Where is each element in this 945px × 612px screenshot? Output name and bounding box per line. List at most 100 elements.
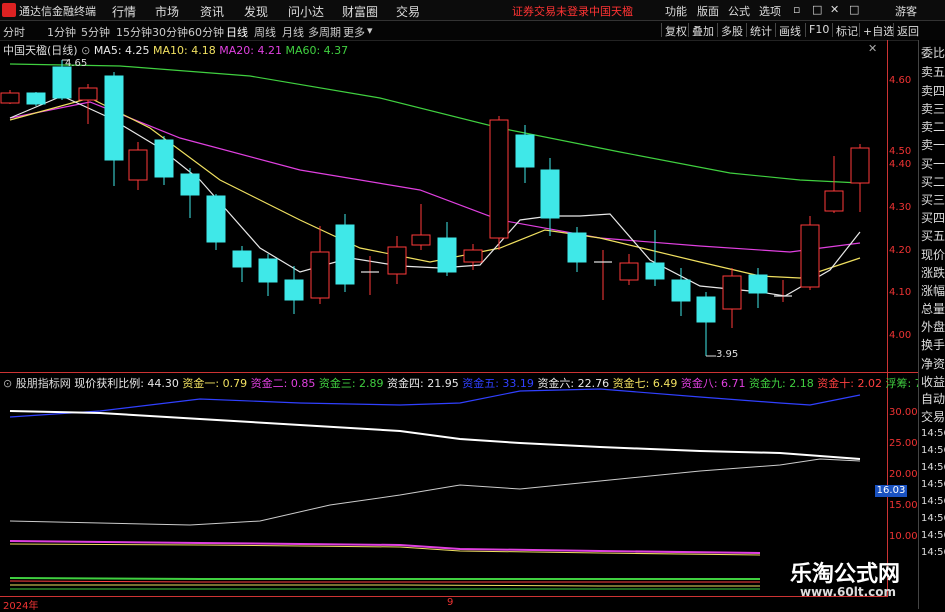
side-panel-label: 14:56: [921, 547, 945, 558]
candle-up: [128, 149, 148, 181]
menu-function[interactable]: 功能: [665, 3, 687, 19]
high-marker: 4.65: [65, 58, 88, 69]
period-tab[interactable]: 周线: [254, 24, 276, 40]
candle-up: [722, 275, 742, 310]
toolbar-button[interactable]: F10: [805, 23, 832, 37]
ma5-label: MA5: 4.25: [93, 44, 150, 57]
side-panel-label: 14:56: [921, 496, 945, 507]
indicator-value: 资金八: 6.71: [680, 377, 746, 390]
side-panel-label: 买四: [921, 211, 945, 225]
window-max-icon[interactable]: □: [849, 3, 859, 16]
fund-1-line: [10, 584, 760, 587]
indicator-value: 资金三: 2.89: [318, 377, 384, 390]
indicator-settings-icon[interactable]: ⊙: [81, 44, 90, 57]
toolbar-button[interactable]: 统计: [746, 23, 775, 38]
indicator-value: 资金十: 2.02: [817, 377, 882, 390]
indicator-value: 资金九: 2.18: [749, 377, 814, 390]
period-tab[interactable]: 1分钟: [47, 24, 76, 40]
side-panel-label: 14:56: [921, 462, 945, 473]
period-tab-more[interactable]: 更多: [343, 24, 365, 40]
guest-label[interactable]: 游客: [895, 3, 917, 19]
toolbar-button[interactable]: 返回: [893, 23, 922, 38]
side-panel-label: 14:56: [921, 513, 945, 524]
period-tab[interactable]: 30分钟: [152, 24, 188, 40]
period-tab[interactable]: 多周期: [308, 24, 341, 40]
chart-close-icon[interactable]: ✕: [868, 42, 877, 55]
side-panel-label: 卖五: [921, 65, 945, 79]
side-panel-label: 卖二: [921, 120, 945, 134]
sub-legend: ⊙ 股朋指标网 现价获利比例: 44.30 资金一: 0.79 资金二: 0.8…: [3, 375, 945, 391]
main-legend: 中国天楹(日线) ⊙ MA5: 4.25 MA10: 4.18 MA20: 4.…: [3, 42, 348, 58]
period-tab[interactable]: 分时: [3, 24, 25, 40]
toolbar-button[interactable]: +自选: [859, 23, 897, 38]
period-tab[interactable]: 月线: [282, 24, 304, 40]
candle-down: [645, 262, 665, 280]
side-panel-label: 14:56: [921, 530, 945, 541]
quote-side-panel: 委比 卖五 卖四 卖三 卖二 卖一 买一 买二 买三 买四 买五 现价 涨跌 涨幅 总量 外盘 换手 净资 收益 自动…: [918, 40, 945, 609]
login-warning[interactable]: 证券交易未登录: [512, 3, 589, 19]
candle-up: [78, 87, 98, 101]
candle-up: [489, 119, 509, 239]
menu-market[interactable]: 市场: [155, 3, 179, 20]
side-panel-label: 总量: [921, 302, 945, 316]
indicator-settings-icon[interactable]: ⊙: [3, 377, 12, 390]
fund-6-line: [9, 458, 861, 526]
price-tick: 4.00: [889, 330, 912, 341]
menu-news[interactable]: 资讯: [200, 3, 224, 20]
menu-ask[interactable]: 问小达: [288, 3, 324, 20]
window-restore-icon[interactable]: □: [812, 3, 822, 16]
side-panel-label: 卖一: [921, 138, 945, 152]
indicator-tick: 25.00: [889, 438, 918, 449]
candle-down: [154, 139, 174, 178]
side-panel-label: 委比: [921, 46, 945, 60]
ma60-label: MA60: 4.37: [285, 44, 349, 57]
candle-down: [232, 250, 252, 268]
side-panel-label: 14:56: [921, 479, 945, 490]
chevron-down-icon[interactable]: ▾: [367, 24, 373, 37]
stock-name-top: 中国天楹: [589, 5, 633, 18]
indicator-title: 股朋指标网: [15, 377, 71, 390]
app-title: 通达信金融终端: [19, 5, 96, 18]
menu-layout[interactable]: 版面: [697, 3, 719, 19]
period-toolbar: 分时 1分钟 5分钟 15分钟 30分钟 60分钟 日线 周线 月线 多周期 更…: [0, 21, 945, 41]
side-panel-label: 收益: [921, 375, 945, 389]
candle-up: [619, 262, 639, 281]
window-close-icon[interactable]: ✕: [830, 3, 839, 16]
period-tab[interactable]: 5分钟: [81, 24, 110, 40]
menu-quotes[interactable]: 行情: [112, 3, 136, 20]
app-logo-icon: [2, 3, 16, 17]
menu-trade[interactable]: 交易: [396, 3, 420, 20]
toolbar-button[interactable]: 画线: [775, 23, 804, 38]
indicator-tick: 30.00: [889, 407, 918, 418]
ma10-label: MA10: 4.18: [153, 44, 216, 57]
indicator-chart[interactable]: [0, 373, 888, 595]
candle-down: [696, 296, 716, 323]
period-tab-active[interactable]: 日线: [226, 24, 248, 40]
side-panel-label: 外盘: [921, 320, 945, 334]
period-tab[interactable]: 15分钟: [116, 24, 152, 40]
toolbar-button[interactable]: 叠加: [688, 23, 717, 38]
menu-discover[interactable]: 发现: [244, 3, 268, 20]
side-panel-label: 卖四: [921, 84, 945, 98]
side-panel-label: 涨幅: [921, 284, 945, 298]
toolbar-button[interactable]: 标记: [832, 23, 861, 38]
indicator-value: 资金四: 21.95: [387, 377, 459, 390]
toolbar-button[interactable]: 复权: [661, 23, 690, 38]
side-panel-label[interactable]: 交易: [921, 410, 945, 424]
candle-down: [180, 173, 200, 196]
period-tab[interactable]: 60分钟: [188, 24, 224, 40]
side-panel-label: 买三: [921, 193, 945, 207]
kline-chart[interactable]: [0, 40, 888, 372]
candle-down: [26, 92, 46, 105]
window-minimize-icon[interactable]: ▫: [793, 3, 800, 16]
indicator-value: 现价获利比例: 44.30: [74, 377, 179, 390]
indicator-tick: 10.00: [889, 531, 918, 542]
toolbar-button[interactable]: 多股: [717, 23, 746, 38]
price-tick: 4.20: [889, 245, 912, 256]
menu-formula[interactable]: 公式: [728, 3, 750, 19]
side-panel-label[interactable]: 自动: [921, 392, 945, 406]
menu-options[interactable]: 选项: [759, 3, 781, 19]
menu-wealth[interactable]: 财富圈: [342, 3, 378, 20]
low-marker: 3.95: [716, 349, 739, 360]
candle-up: [463, 249, 483, 263]
